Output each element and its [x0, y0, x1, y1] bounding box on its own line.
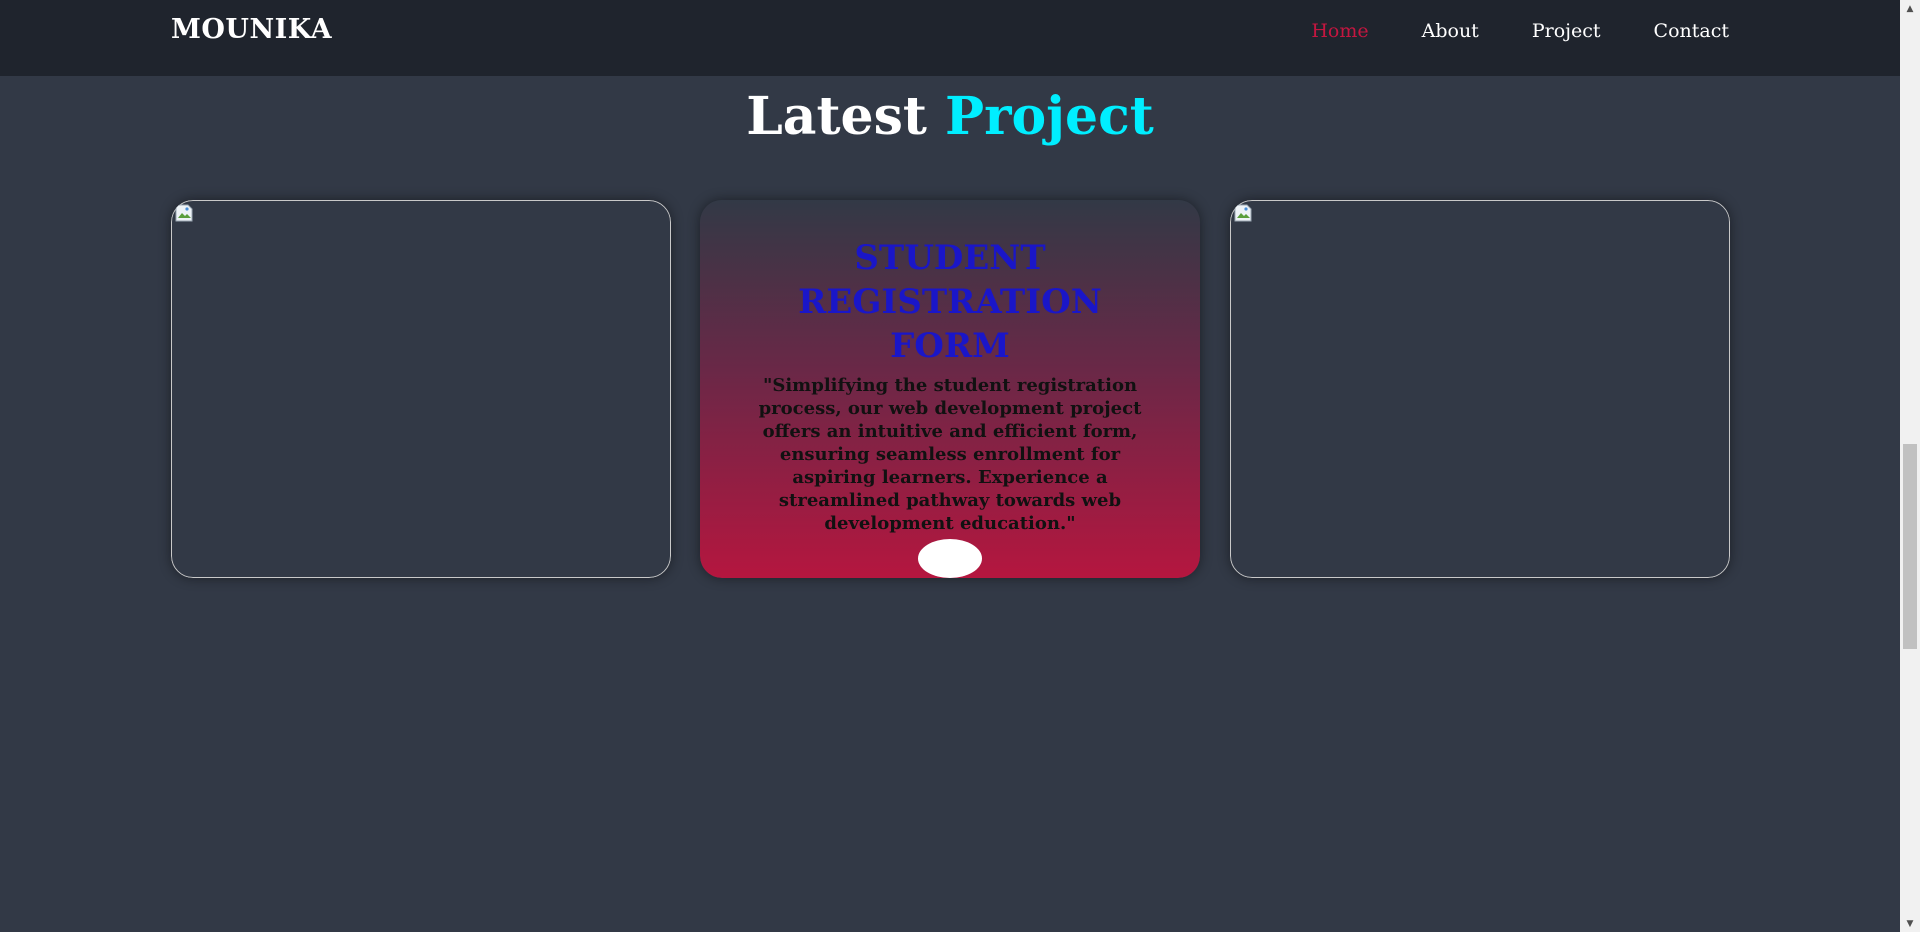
project-card-overlay: STUDENT REGISTRATION FORM "Simplifying t… [700, 200, 1200, 578]
project-link-button[interactable] [918, 539, 982, 578]
scroll-down-arrow-icon[interactable]: ▼ [1900, 915, 1920, 932]
broken-image-icon [1234, 204, 1252, 222]
scroll-up-arrow-icon[interactable]: ▲ [1900, 0, 1920, 17]
logo[interactable]: MOUNIKA [171, 14, 332, 45]
broken-image-icon [175, 204, 193, 222]
project-title: STUDENT REGISTRATION FORM [798, 238, 1102, 366]
nav-project-link[interactable]: Project [1532, 20, 1601, 42]
nav-home-link[interactable]: Home [1311, 20, 1368, 42]
vertical-scrollbar[interactable]: ▲ ▼ [1900, 0, 1920, 932]
site-header: MOUNIKA Home About Project Contact [0, 0, 1900, 76]
scroll-thumb[interactable] [1903, 444, 1917, 649]
section-title: Latest Project [0, 86, 1900, 147]
project-image-broken [1230, 200, 1730, 578]
project-card-1 [171, 200, 671, 578]
section-title-accent: Project [945, 86, 1154, 147]
project-description: "Simplifying the student registration pr… [758, 375, 1142, 534]
project-image-broken [171, 200, 671, 578]
page: MOUNIKA Home About Project Contact Lates… [0, 0, 1900, 932]
nav-about-link[interactable]: About [1422, 20, 1479, 42]
section-title-main: Latest [746, 86, 927, 147]
project-card-2: STUDENT REGISTRATION FORM "Simplifying t… [700, 200, 1200, 578]
project-card-3 [1230, 200, 1730, 578]
nav-contact-link[interactable]: Contact [1654, 20, 1729, 42]
main-nav: Home About Project Contact [1311, 20, 1729, 42]
